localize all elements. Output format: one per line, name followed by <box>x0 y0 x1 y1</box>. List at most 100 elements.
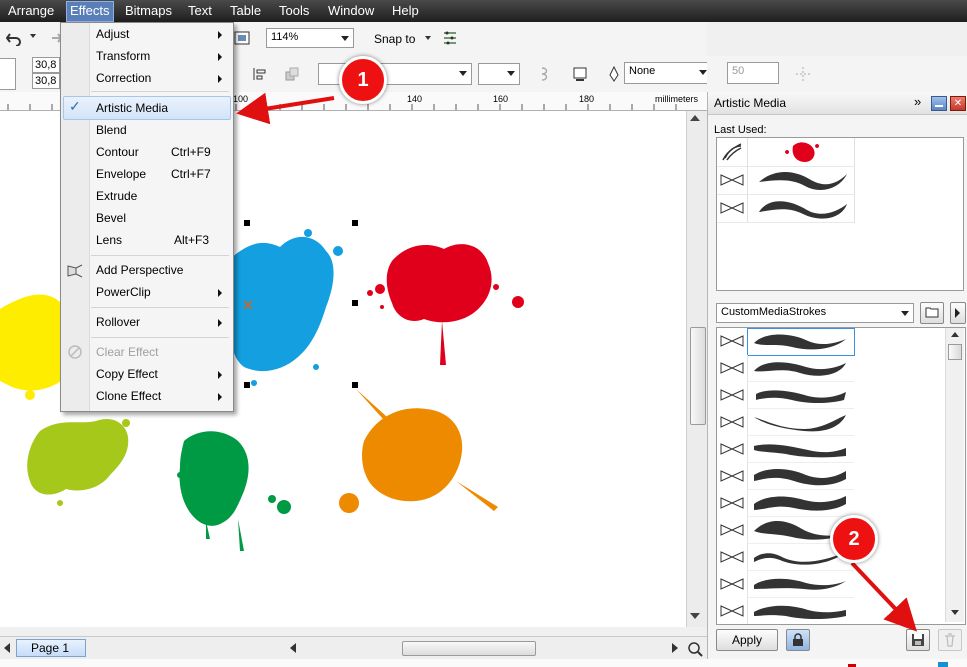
options-icon[interactable] <box>442 30 458 46</box>
stroke-thumbnail[interactable] <box>755 194 851 220</box>
stroke-item[interactable] <box>747 436 854 463</box>
apply-button[interactable]: Apply <box>716 629 778 651</box>
menu-item-copy-effect[interactable]: Copy Effect <box>96 367 158 381</box>
zoom-level-dropdown[interactable]: 114% <box>266 28 354 48</box>
scroll-up-icon[interactable] <box>690 115 700 121</box>
menu-window[interactable]: Window <box>328 3 374 18</box>
red-splatter-thumbnail[interactable] <box>783 140 823 164</box>
scroll-down-icon[interactable] <box>690 613 700 619</box>
ruler-tick: 140 <box>407 94 423 104</box>
undo-icon[interactable] <box>6 30 22 46</box>
envelope-shortcut: Ctrl+F7 <box>171 167 211 181</box>
selection-handle[interactable] <box>352 220 358 226</box>
stroke-item[interactable] <box>747 409 854 436</box>
stroke-item[interactable] <box>747 355 854 382</box>
y-size-value: 30,8 <box>35 75 57 87</box>
full-screen-preview-icon[interactable] <box>234 30 250 46</box>
minimize-docker-button[interactable] <box>931 96 947 111</box>
ruler-tick: 160 <box>493 94 509 104</box>
convert-icon[interactable] <box>284 66 300 82</box>
scroll-up-icon[interactable] <box>951 332 959 337</box>
menu-item-lens[interactable]: Lens <box>96 233 122 247</box>
previous-page-icon[interactable] <box>4 643 10 653</box>
selection-handle[interactable] <box>352 382 358 388</box>
x-size-field[interactable]: 30,8 <box>32 57 60 73</box>
outline-pen-icon[interactable] <box>572 66 588 82</box>
stroke-thumbnail[interactable] <box>755 166 851 192</box>
minimize-icon <box>935 105 943 107</box>
menu-help[interactable]: Help <box>392 3 419 18</box>
save-stroke-button[interactable] <box>906 629 930 651</box>
menu-arrange[interactable]: Arrange <box>8 3 54 18</box>
menu-item-envelope[interactable]: Envelope <box>96 167 146 181</box>
smoothing-field[interactable]: 50 <box>727 62 779 84</box>
menu-text[interactable]: Text <box>188 3 212 18</box>
strokes-list-scrollbar[interactable] <box>945 328 964 622</box>
scrollbar-thumb[interactable] <box>948 344 962 360</box>
outline-color-dropdown[interactable] <box>478 63 520 85</box>
menu-table[interactable]: Table <box>230 3 261 18</box>
object-position-field[interactable] <box>0 58 16 90</box>
menu-item-add-perspective[interactable]: Add Perspective <box>96 263 183 277</box>
menu-item-blend[interactable]: Blend <box>96 123 127 137</box>
snap-to-dropdown-icon[interactable] <box>425 36 431 40</box>
outline-width-dropdown[interactable]: None <box>624 62 712 84</box>
expand-docker-icon[interactable]: » <box>914 94 921 109</box>
ruler-tick: 100 <box>233 94 249 104</box>
menu-item-extrude[interactable]: Extrude <box>96 189 137 203</box>
last-used-list[interactable] <box>716 137 964 291</box>
canvas-vertical-scrollbar[interactable] <box>686 111 708 627</box>
menu-item-bevel[interactable]: Bevel <box>96 211 126 225</box>
snap-grid-icon[interactable] <box>795 66 811 82</box>
scrollbar-thumb[interactable] <box>690 327 706 425</box>
menu-tools[interactable]: Tools <box>279 3 309 18</box>
stroke-item[interactable] <box>747 463 854 490</box>
menu-effects[interactable]: Effects <box>66 1 114 22</box>
align-icon[interactable] <box>252 66 268 82</box>
scroll-down-icon[interactable] <box>951 610 959 615</box>
menu-item-clone-effect[interactable]: Clone Effect <box>96 389 161 403</box>
menu-item-artistic-media[interactable]: Artistic Media <box>96 101 168 115</box>
submenu-arrow-icon <box>218 393 222 401</box>
stroke-category-dropdown[interactable]: CustomMediaStrokes <box>716 303 914 323</box>
stroke-item[interactable] <box>747 490 854 517</box>
menu-separator <box>91 337 229 338</box>
menu-separator <box>91 91 229 92</box>
trash-icon <box>945 633 955 647</box>
media-strokes-list[interactable] <box>716 327 966 625</box>
browse-folder-button[interactable] <box>920 302 944 324</box>
pen-nib-icon[interactable] <box>606 66 622 82</box>
selection-handle[interactable] <box>244 382 250 388</box>
outline-width-value: None <box>629 65 656 77</box>
horizontal-scrollbar-thumb[interactable] <box>402 641 536 656</box>
scroll-right-icon[interactable] <box>672 643 678 653</box>
docker-flyout-button[interactable] <box>950 302 966 324</box>
zoom-navigator-icon[interactable] <box>687 641 703 657</box>
menu-item-correction[interactable]: Correction <box>96 71 151 85</box>
page-tab[interactable]: Page 1 <box>16 639 86 657</box>
wrap-text-icon[interactable] <box>538 66 554 82</box>
menu-item-adjust[interactable]: Adjust <box>96 27 129 41</box>
lock-button[interactable] <box>786 629 810 651</box>
delete-stroke-button[interactable] <box>938 629 962 651</box>
stroke-item[interactable] <box>747 598 854 624</box>
selection-handle[interactable] <box>352 300 358 306</box>
stroke-item-selected[interactable] <box>747 328 855 356</box>
menu-item-contour[interactable]: Contour <box>96 145 139 159</box>
undo-dropdown-icon[interactable] <box>30 34 36 38</box>
stroke-item[interactable] <box>747 571 854 598</box>
selection-handle[interactable] <box>244 220 250 226</box>
menu-item-powerclip[interactable]: PowerClip <box>96 285 151 299</box>
scroll-left-icon[interactable] <box>290 643 296 653</box>
close-docker-button[interactable]: ✕ <box>950 96 966 111</box>
snap-to-button[interactable]: Snap to <box>374 32 415 46</box>
submenu-arrow-icon <box>218 31 222 39</box>
y-size-field[interactable]: 30,8 <box>32 73 60 89</box>
zoom-value: 114% <box>271 31 299 43</box>
bow-stroke-icon <box>720 202 744 214</box>
menu-item-rollover[interactable]: Rollover <box>96 315 140 329</box>
chevron-down-icon <box>901 311 909 316</box>
stroke-item[interactable] <box>747 382 854 409</box>
menu-bitmaps[interactable]: Bitmaps <box>125 3 172 18</box>
menu-item-transform[interactable]: Transform <box>96 49 150 63</box>
